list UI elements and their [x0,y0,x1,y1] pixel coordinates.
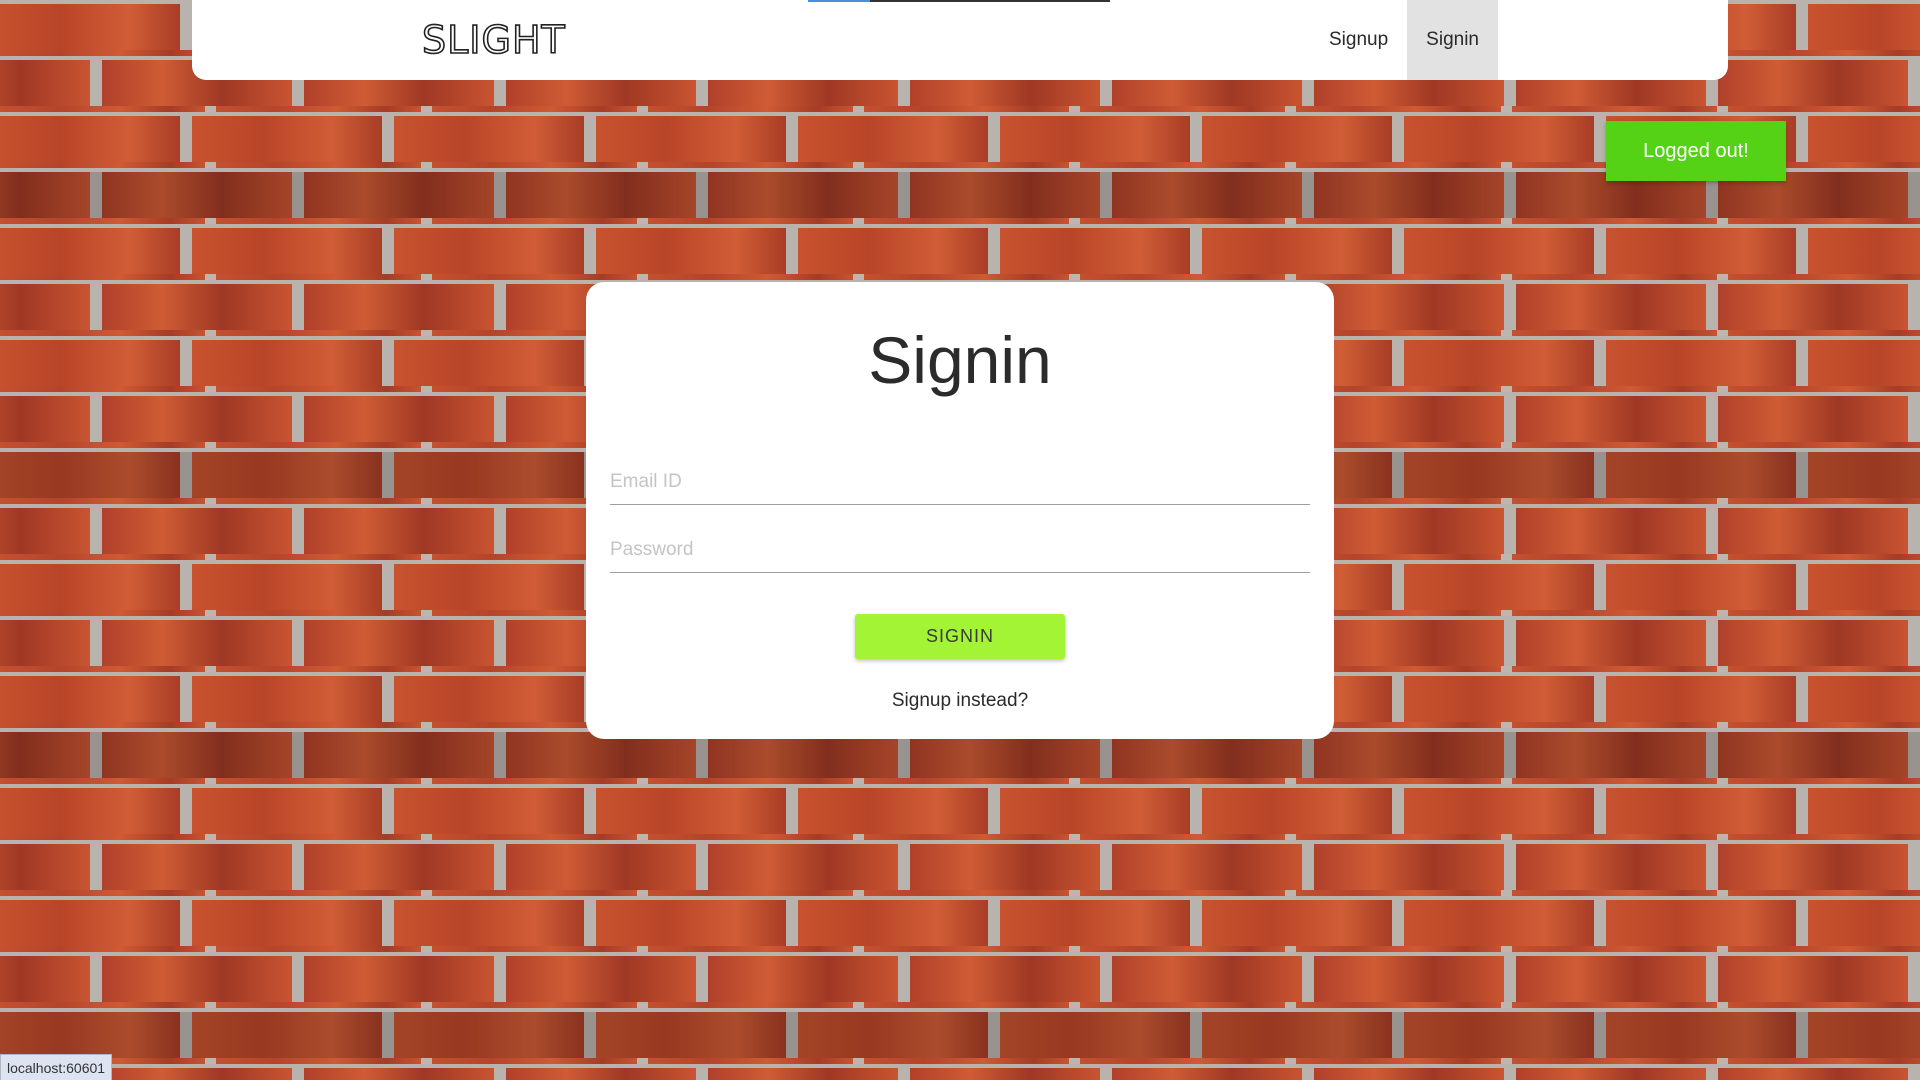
signup-instead-link[interactable]: Signup instead? [586,690,1334,712]
brick-row [0,844,1920,890]
browser-status-url: localhost:60601 [0,1054,113,1080]
brick-row [0,788,1920,834]
brick-row [0,900,1920,946]
logged-out-toast: Logged out! [1606,121,1786,181]
nav-link-signup[interactable]: Signup [1310,0,1407,80]
loading-progress-fill [808,0,870,2]
loading-progress-bar [808,0,1110,2]
signin-button[interactable]: SIGNIN [855,614,1065,659]
password-field[interactable] [610,528,1310,573]
email-field[interactable] [610,460,1310,505]
brick-row [0,956,1920,1002]
brick-row [0,228,1920,274]
nav-links: Signup Signin [1310,0,1498,80]
nav-link-signin[interactable]: Signin [1407,0,1498,80]
signin-card: Signin SIGNIN Signup instead? [586,282,1334,739]
signin-title: Signin [868,323,1052,397]
top-navbar: SLIGHT Signup Signin [192,0,1728,80]
site-logo[interactable]: SLIGHT [421,17,566,63]
brick-row [0,1012,1920,1058]
brick-row [0,1068,1920,1080]
